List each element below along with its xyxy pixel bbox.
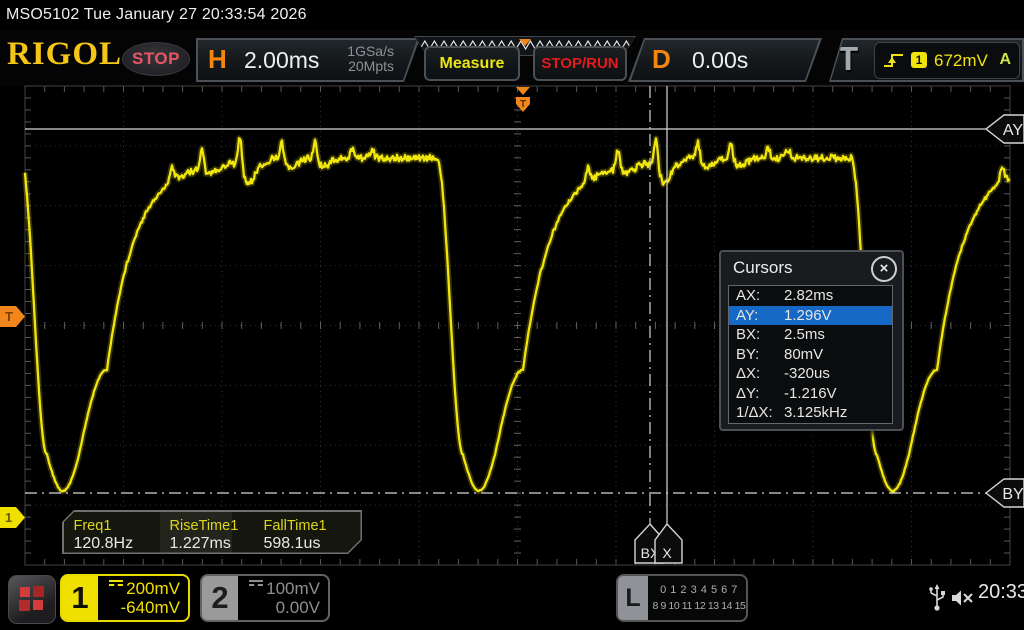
channel2-number: 2 [202, 576, 238, 620]
cursor-readout-label: AX: [736, 287, 784, 304]
measurement-value: 598.1us [264, 535, 321, 553]
cursor-readout-value: -320us [784, 365, 830, 382]
channel1-scale: 200mV [109, 579, 180, 598]
menu-icon [20, 587, 30, 597]
cursor-readout-row[interactable]: 1/ΔX:3.125kHz [729, 403, 892, 423]
ch1-ground-marker-label: 1 [5, 510, 12, 525]
channel2-scale: 100mV [249, 579, 320, 598]
channel1-button[interactable]: 1 200mV -640mV [60, 574, 190, 622]
logic-analyzer-button[interactable]: L 0 1 2 3 4 5 6 7 8 9 10 11 12 13 14 15 [616, 574, 748, 622]
cursor-readout-row[interactable]: AX:2.82ms [729, 286, 892, 306]
measurement-cell[interactable]: FallTime1598.1us [254, 512, 361, 553]
trigger-position-label: T [520, 99, 526, 110]
digital-channels-row1: 0 1 2 3 4 5 6 7 [652, 584, 746, 596]
channel2-button[interactable]: 2 100mV 0.00V [200, 574, 330, 622]
cursor-readout-value: 1.296V [784, 307, 832, 324]
cursor-readout-label: 1/ΔX: [736, 404, 784, 421]
desktop-menu-button[interactable] [8, 575, 56, 624]
cursor-readout-label: ΔY: [736, 385, 784, 402]
oscilloscope-screen: { "titlebar": { "text": "MSO5102 Tue Jan… [0, 0, 1024, 630]
trigger-position-marker[interactable] [516, 87, 530, 95]
measurement-value: 1.227ms [170, 535, 231, 553]
cursor-readout-label: ΔX: [736, 365, 784, 382]
measurements-panel[interactable]: Freq1120.8HzRiseTime11.227msFallTime1598… [62, 510, 362, 554]
cursor-readout-row[interactable]: BY:80mV [729, 345, 892, 365]
close-icon[interactable]: × [871, 256, 897, 282]
clock: 20:33 [978, 581, 1024, 604]
marker-layer: T [516, 87, 530, 112]
measurements-panel-body: Freq1120.8HzRiseTime11.227msFallTime1598… [64, 512, 361, 553]
cursors-results-panel[interactable]: Cursors × AX:2.82msAY:1.296VBX:2.5msBY:8… [719, 250, 904, 431]
cursor-ax-flag-label: X [662, 545, 672, 561]
cursor-readout-row[interactable]: ΔY:-1.216V [729, 384, 892, 404]
cursor-readout-label: AY: [736, 307, 784, 324]
dc-coupling-icon [249, 580, 263, 591]
measurement-cell[interactable]: RiseTime11.227ms [160, 512, 232, 553]
cursor-readout-row[interactable]: ΔX:-320us [729, 364, 892, 384]
measurement-value: 120.8Hz [74, 535, 134, 553]
cursor-readout-value: 2.5ms [784, 326, 825, 343]
usb-icon [928, 584, 946, 612]
cursor-readout-value: 2.82ms [784, 287, 833, 304]
cursors-readout-list: AX:2.82msAY:1.296VBX:2.5msBY:80mVΔX:-320… [728, 285, 893, 424]
cursor-readout-label: BY: [736, 346, 784, 363]
cursor-readout-value: -1.216V [784, 385, 837, 402]
cursor-readout-row[interactable]: AY:1.296V [729, 306, 892, 326]
cursor-ay-flag-label: AY [1003, 122, 1023, 139]
channel1-number: 1 [62, 576, 98, 620]
trigger-level-marker-label: T [5, 309, 13, 324]
logic-analyzer-label: L [618, 576, 648, 620]
cursors-panel-title: Cursors [733, 258, 793, 278]
speaker-muted-icon[interactable] [950, 588, 976, 608]
channel2-offset: 0.00V [249, 598, 320, 617]
digital-channels-row2: 8 9 10 11 12 13 14 15 [652, 600, 746, 612]
dc-coupling-icon [109, 580, 123, 591]
measurement-label: RiseTime1 [170, 518, 239, 534]
measurement-label: FallTime1 [264, 518, 327, 534]
measurement-cell[interactable]: Freq1120.8Hz [64, 512, 160, 553]
cursor-by-flag-label: BY [1002, 486, 1024, 503]
cursor-readout-value: 3.125kHz [784, 404, 847, 421]
cursor-readout-value: 80mV [784, 346, 823, 363]
cursor-readout-label: BX: [736, 326, 784, 343]
channel1-offset: -640mV [109, 598, 180, 617]
cursor-readout-row[interactable]: BX:2.5ms [729, 325, 892, 345]
measurement-label: Freq1 [74, 518, 112, 534]
footer-bar: 1 200mV -640mV 2 100mV 0.00V L 0 1 2 3 4… [0, 568, 1024, 630]
